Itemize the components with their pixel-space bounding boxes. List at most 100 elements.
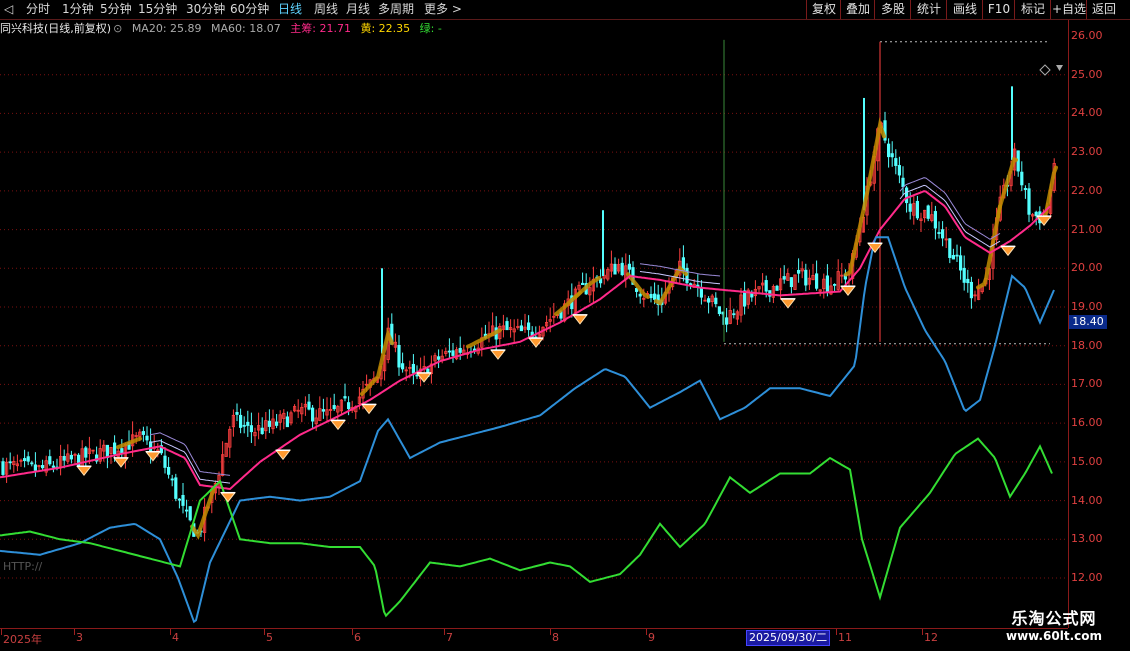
diamond-icon: [360, 403, 378, 415]
timeframe-tab-7[interactable]: 周线: [314, 1, 338, 18]
back-arrow-icon[interactable]: ◁: [4, 1, 13, 18]
candle-body: [613, 263, 617, 275]
price-tick-label: 13.00: [1071, 532, 1103, 546]
price-tick-label: 26.00: [1071, 29, 1103, 42]
candle-body: [789, 277, 794, 288]
blue-indicator-line: [0, 236, 1055, 624]
candle-body: [797, 269, 801, 274]
candle-body: [955, 254, 959, 257]
candle-body: [620, 262, 624, 276]
candle-body: [343, 396, 347, 399]
price-tick-label: 24.00: [1071, 106, 1103, 120]
candle-body: [41, 465, 45, 469]
candle-body: [901, 177, 905, 188]
candle-body: [527, 322, 531, 331]
candle-body: [30, 462, 34, 465]
price-tick-label: 21.00: [1071, 222, 1103, 236]
candle-body: [1027, 188, 1031, 215]
toolbar-button-1[interactable]: 叠加: [840, 0, 875, 19]
timeframe-tab-10[interactable]: 更多 >: [424, 1, 462, 18]
date-tick-label: 12: [924, 631, 938, 644]
candle-body: [400, 363, 405, 370]
candle-body: [969, 281, 974, 299]
price-tick-label: 17.00: [1071, 377, 1103, 391]
candle-body: [188, 506, 192, 521]
candle-body: [321, 409, 326, 412]
toolbar-button-3[interactable]: 统计: [910, 0, 947, 19]
toolbar-button-8[interactable]: 返回: [1086, 0, 1121, 19]
candle-body: [581, 282, 585, 286]
candle-body: [937, 232, 941, 234]
candle-body: [69, 454, 73, 460]
candle-body: [699, 287, 704, 298]
diamond-outline-icon: [1039, 64, 1051, 76]
toolbar-button-2[interactable]: 多股: [874, 0, 911, 19]
candle-body: [1, 461, 5, 475]
toolbar-button-0[interactable]: 复权: [806, 0, 841, 19]
candle-body: [707, 298, 711, 303]
candle-body: [235, 412, 239, 415]
candle-body: [833, 283, 837, 286]
candle-body: [894, 158, 898, 166]
date-tick-label: 7: [446, 631, 453, 644]
watermark: 乐淘公式网 www.60lt.com: [994, 605, 1114, 643]
kline-chart[interactable]: [0, 38, 1068, 628]
diamond-icon: [489, 349, 507, 360]
timeframe-tab-0[interactable]: 分时: [26, 1, 50, 18]
candle-body: [148, 441, 153, 453]
toolbar-button-4[interactable]: 画线: [946, 0, 983, 19]
candle-body: [815, 273, 819, 289]
timeframe-tab-8[interactable]: 月线: [346, 1, 370, 18]
timeframe-tab-9[interactable]: 多周期: [378, 1, 414, 18]
candle-body: [260, 427, 264, 435]
right-side-strip: [1116, 20, 1130, 630]
timeframe-tab-3[interactable]: 15分钟: [138, 1, 177, 18]
stock-title[interactable]: 同兴科技(日线,前复权): [0, 22, 111, 35]
candle-body: [181, 494, 185, 506]
candle-body: [184, 509, 189, 512]
candle-body: [887, 143, 891, 158]
candle-body: [84, 447, 88, 458]
toolbar-button-5[interactable]: F10: [982, 0, 1015, 19]
toolbar-button-7[interactable]: +自选: [1050, 0, 1087, 19]
candle-body: [447, 350, 452, 353]
timeframe-tab-4[interactable]: 30分钟: [186, 1, 225, 18]
date-tick-label: 9: [648, 631, 655, 644]
date-tick-label: 3: [76, 631, 83, 644]
circle-dropdown-icon[interactable]: ⊙: [113, 22, 122, 35]
candle-body: [105, 444, 109, 458]
info-bar: 同兴科技(日线,前复权) ⊙ MA20: 25.89 MA60: 18.07 主筹…: [0, 20, 448, 38]
candle-body: [267, 420, 272, 427]
candle-body: [1023, 188, 1027, 190]
date-tick-label: 5: [266, 631, 273, 644]
diamond-icon: [571, 314, 589, 325]
price-tick-label: 20.00: [1071, 261, 1103, 275]
timeframe-tab-6[interactable]: 日线: [278, 1, 302, 18]
candle-body: [166, 466, 171, 475]
candle-body: [933, 211, 938, 229]
candle-body: [948, 238, 952, 258]
diamond-icon: [75, 465, 93, 477]
date-tick-label: 11: [838, 631, 852, 644]
price-tick-label: 18.00: [1071, 338, 1103, 352]
watermark-url: www.60lt.com: [1005, 629, 1103, 643]
cursor-date-box: 2025/09/30/二: [746, 630, 831, 646]
timeframe-tab-1[interactable]: 1分钟: [62, 1, 94, 18]
candle-body: [8, 461, 12, 464]
candle-body: [653, 293, 657, 300]
diamond-icon: [274, 449, 292, 461]
candle-body: [26, 456, 30, 462]
timeframe-tab-2[interactable]: 5分钟: [100, 1, 132, 18]
candle-body: [732, 313, 736, 316]
price-tick-label: 14.00: [1071, 493, 1103, 507]
toolbar-button-6[interactable]: 标记: [1014, 0, 1051, 19]
diamond-icon: [999, 245, 1017, 257]
candle-body: [951, 255, 956, 260]
date-axis: 2025年 3 4 5 6 7 8 9 11 12: [0, 628, 1068, 651]
candle-body: [725, 317, 729, 325]
candle-body: [411, 363, 416, 374]
date-tick-label: 4: [172, 631, 179, 644]
candle-body: [941, 229, 945, 239]
candle-body: [959, 255, 963, 271]
timeframe-tab-5[interactable]: 60分钟: [230, 1, 269, 18]
